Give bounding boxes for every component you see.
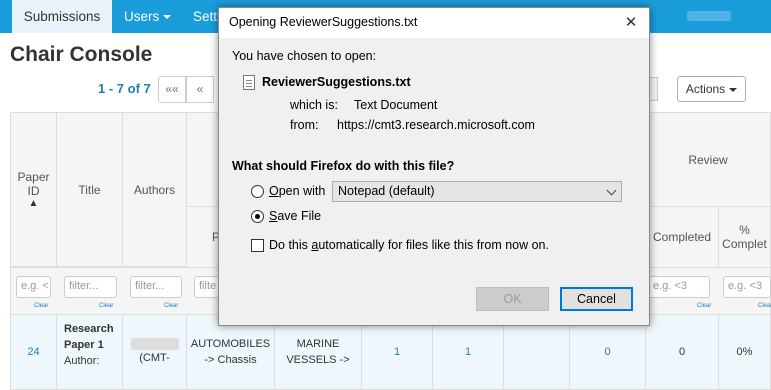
pct-clear-link[interactable]: Clear (758, 303, 771, 309)
paper-title-line2: Paper 1 (64, 339, 104, 351)
paper-id-filter-input[interactable]: e.g. < (16, 276, 51, 298)
nav-settings[interactable]: Setti (193, 0, 220, 33)
dialog-titlebar[interactable]: Opening ReviewerSuggestions.txt ✕ (219, 8, 649, 38)
table-row-title: Research Paper 1 Author: (56, 314, 123, 390)
which-is-label: which is: (290, 98, 338, 112)
close-icon[interactable]: ✕ (619, 11, 643, 35)
count-link-3[interactable]: 0 (604, 344, 610, 360)
paper-author-label: Author: (64, 355, 100, 367)
secondary-line2: VESSELS -> (286, 354, 350, 366)
dialog-filename: ReviewerSuggestions.txt (262, 75, 411, 89)
count-link-1[interactable]: 1 (394, 344, 400, 360)
secondary-line1: MARINE (296, 338, 340, 350)
pct-filter-input[interactable]: e.g. <3 (723, 276, 771, 298)
completed-filter-input[interactable]: e.g. <3 (648, 276, 710, 298)
primary-line1: AUTOMOBILES (190, 338, 271, 350)
paper-id-clear-link[interactable]: Clear (34, 303, 48, 309)
author-partial: (CMT- (139, 352, 170, 364)
open-with-label[interactable]: Open with (269, 184, 325, 198)
header-paper-id[interactable]: Paper ID ▲ (10, 112, 57, 267)
sort-up-icon: ▲ (28, 198, 39, 209)
authors-clear-link[interactable]: Clear (164, 303, 178, 309)
auto-label[interactable]: Do this automatically for files like thi… (269, 238, 549, 252)
which-is-value: Text Document (354, 98, 438, 112)
paper-id-link[interactable]: 24 (27, 344, 39, 360)
save-file-label[interactable]: Save File (269, 209, 321, 223)
page-title: Chair Console (10, 43, 153, 66)
cancel-button[interactable]: Cancel (560, 287, 633, 311)
table-row-paper-id[interactable]: 24 (10, 314, 57, 390)
save-file-radio[interactable] (251, 210, 264, 223)
text-file-icon (243, 75, 255, 90)
user-menu[interactable] (687, 11, 731, 21)
table-row-authors: (CMT- (122, 314, 187, 390)
nav-users[interactable]: Users (124, 0, 172, 33)
primary-line2: -> Chassis (204, 354, 257, 366)
open-with-label-rest: pen with (278, 184, 326, 198)
table-row-completed: 0 (645, 314, 719, 390)
paper-title-line1: Research (64, 323, 114, 335)
header-paper-id-label: Paper ID (17, 170, 50, 198)
count-link-2[interactable]: 1 (465, 344, 471, 360)
header-pct-completed[interactable]: % Complet (718, 206, 771, 268)
nav-users-label: Users (124, 9, 160, 24)
from-value: https://cmt3.research.microsoft.com (337, 118, 535, 132)
save-file-label-rest: ave File (277, 209, 322, 223)
title-filter-input[interactable]: filter... (64, 276, 117, 298)
header-authors[interactable]: Authors (122, 112, 187, 267)
auto-label-part1: Do this (269, 238, 312, 252)
nav-submissions[interactable]: Submissions (12, 0, 112, 33)
ok-button[interactable]: OK (476, 287, 549, 311)
auto-label-part2: utomatically for files like this from no… (318, 238, 549, 252)
chevron-down-icon (606, 185, 617, 196)
chevron-down-icon (729, 87, 738, 92)
dialog-title: Opening ReviewerSuggestions.txt (229, 15, 418, 29)
open-with-app-select[interactable]: Notepad (default) (332, 181, 622, 202)
open-with-app-value: Notepad (default) (338, 184, 435, 198)
dialog-intro: You have chosen to open: (232, 49, 377, 63)
actions-label: Actions (685, 82, 726, 96)
pager-count: 1 - 7 of 7 (98, 81, 151, 96)
open-with-radio[interactable] (251, 185, 264, 198)
authors-filter-input[interactable]: filter... (130, 276, 182, 298)
first-page-button[interactable]: «« (158, 76, 186, 103)
header-review: Review (645, 112, 771, 207)
from-label: from: (290, 118, 319, 132)
header-title[interactable]: Title (56, 112, 123, 267)
title-clear-link[interactable]: Clear (99, 303, 113, 309)
table-row-pct: 0% (718, 314, 771, 390)
actions-button[interactable]: Actions (677, 76, 746, 102)
auto-checkbox[interactable] (251, 239, 264, 252)
redacted-author (130, 338, 179, 350)
prev-page-button[interactable]: « (186, 76, 214, 103)
download-dialog: Opening ReviewerSuggestions.txt ✕ You ha… (218, 7, 650, 326)
chevron-down-icon (163, 15, 172, 20)
completed-clear-link[interactable]: Clear (697, 303, 711, 309)
dialog-question: What should Firefox do with this file? (232, 159, 455, 173)
header-completed[interactable]: Completed (645, 206, 719, 268)
